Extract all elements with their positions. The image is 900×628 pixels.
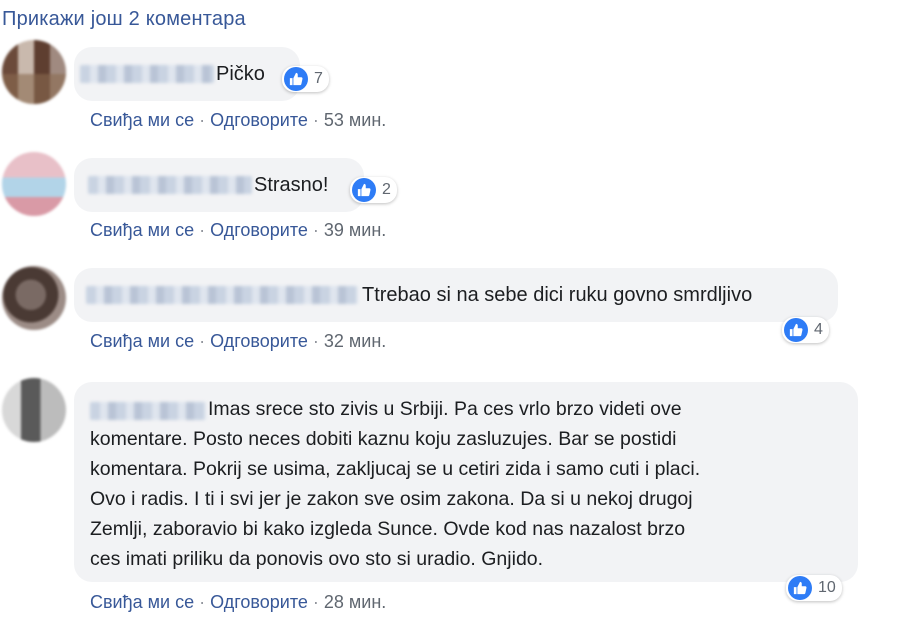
timestamp[interactable]: 28 мин. — [324, 592, 386, 612]
reply-button[interactable]: Одговорите — [210, 592, 308, 612]
comment-line: ces imati priliku da ponovis ovo sto si … — [90, 548, 544, 570]
view-more-comments-link[interactable]: Прикажи још 2 коментара — [2, 8, 246, 31]
thumbs-up-icon — [284, 67, 308, 91]
separator: · — [199, 592, 206, 612]
thumbs-up-icon — [788, 576, 812, 600]
comment-bubble: Imas srece sto zivis u Srbiji. Pa ces vr… — [74, 382, 858, 582]
avatar[interactable] — [2, 152, 66, 216]
like-count: 4 — [814, 321, 823, 338]
like-count: 10 — [818, 579, 836, 596]
reaction-count[interactable]: 10 — [786, 575, 842, 601]
comment-bubble: Pičko — [74, 47, 300, 101]
comment-line: komentare. Posto neces dobiti kaznu koju… — [90, 428, 677, 450]
comment-line: Ovo i radis. I ti i svi jer je zakon sve… — [90, 488, 693, 510]
reply-button[interactable]: Одговорите — [210, 220, 308, 240]
thumbs-up-icon — [784, 318, 808, 342]
author-name[interactable] — [86, 286, 358, 304]
avatar[interactable] — [2, 266, 66, 330]
comment-bubble: Ttrebao si na sebe dici ruku govno smrdl… — [74, 268, 838, 322]
comment-bubble: Strasno! — [74, 158, 364, 212]
timestamp[interactable]: 39 мин. — [324, 220, 386, 240]
comment-text: Strasno! — [254, 174, 329, 196]
separator: · — [312, 592, 319, 612]
comment-actions: Свиђа ми се · Одговорите · 32 мин. — [90, 331, 386, 352]
reaction-count[interactable]: 2 — [350, 177, 397, 203]
comment-text: Ttrebao si na sebe dici ruku govno smrdl… — [362, 284, 753, 306]
separator: · — [199, 110, 206, 130]
like-count: 2 — [382, 181, 391, 198]
like-button[interactable]: Свиђа ми се — [90, 331, 194, 351]
comment-text: Imas srece sto zivis u Srbiji. Pa ces vr… — [90, 394, 860, 574]
separator: · — [312, 110, 319, 130]
reply-button[interactable]: Одговорите — [210, 110, 308, 130]
like-button[interactable]: Свиђа ми се — [90, 220, 194, 240]
comment-actions: Свиђа ми се · Одговорите · 53 мин. — [90, 110, 386, 131]
separator: · — [199, 331, 206, 351]
comment-line: Zemlji, zaboravio bi kako izgleda Sunce.… — [90, 518, 686, 540]
comment-text: Pičko — [216, 63, 265, 85]
author-name[interactable] — [80, 65, 214, 83]
like-button[interactable]: Свиђа ми се — [90, 110, 194, 130]
avatar[interactable] — [2, 378, 66, 442]
separator: · — [312, 331, 319, 351]
like-button[interactable]: Свиђа ми се — [90, 592, 194, 612]
reply-button[interactable]: Одговорите — [210, 331, 308, 351]
comment-line: Imas srece sto zivis u Srbiji. Pa ces vr… — [208, 398, 682, 420]
comment-actions: Свиђа ми се · Одговорите · 39 мин. — [90, 220, 386, 241]
like-count: 7 — [314, 70, 323, 87]
avatar[interactable] — [2, 40, 66, 104]
thumbs-up-icon — [352, 178, 376, 202]
comment-actions: Свиђа ми се · Одговорите · 28 мин. — [90, 592, 386, 613]
timestamp[interactable]: 53 мин. — [324, 110, 386, 130]
timestamp[interactable]: 32 мин. — [324, 331, 386, 351]
reaction-count[interactable]: 4 — [782, 317, 829, 343]
reaction-count[interactable]: 7 — [282, 66, 329, 92]
comment-line: komentara. Pokrij se usima, zakljucaj se… — [90, 458, 701, 480]
author-name[interactable] — [88, 176, 252, 194]
separator: · — [312, 220, 319, 240]
separator: · — [199, 220, 206, 240]
